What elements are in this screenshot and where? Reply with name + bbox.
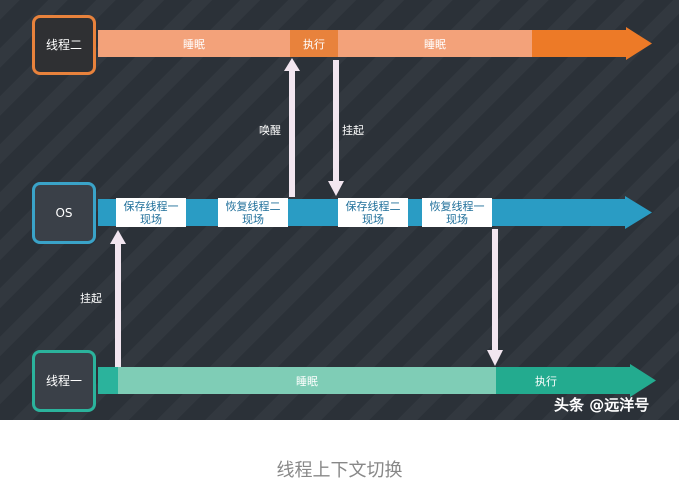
arrow-label-suspend-thread1: 挂起 (80, 292, 102, 305)
figure-caption: 线程上下文切换 (276, 460, 403, 481)
diagram-canvas: 线程二 睡眠 执行 睡眠 OS 保存线程一 现场 恢复线程二 现场 保存线程二 … (0, 0, 679, 420)
watermark: 头条 @远洋号 (554, 396, 650, 414)
arrow-restore-thread1 (487, 229, 503, 366)
arrow-suspend-thread1 (110, 230, 126, 367)
transition-arrows (110, 58, 503, 367)
arrow-wake-thread2 (284, 58, 300, 197)
arrow-label-wake: 唤醒 (259, 124, 281, 137)
arrow-label-suspend-thread2: 挂起 (342, 124, 364, 137)
